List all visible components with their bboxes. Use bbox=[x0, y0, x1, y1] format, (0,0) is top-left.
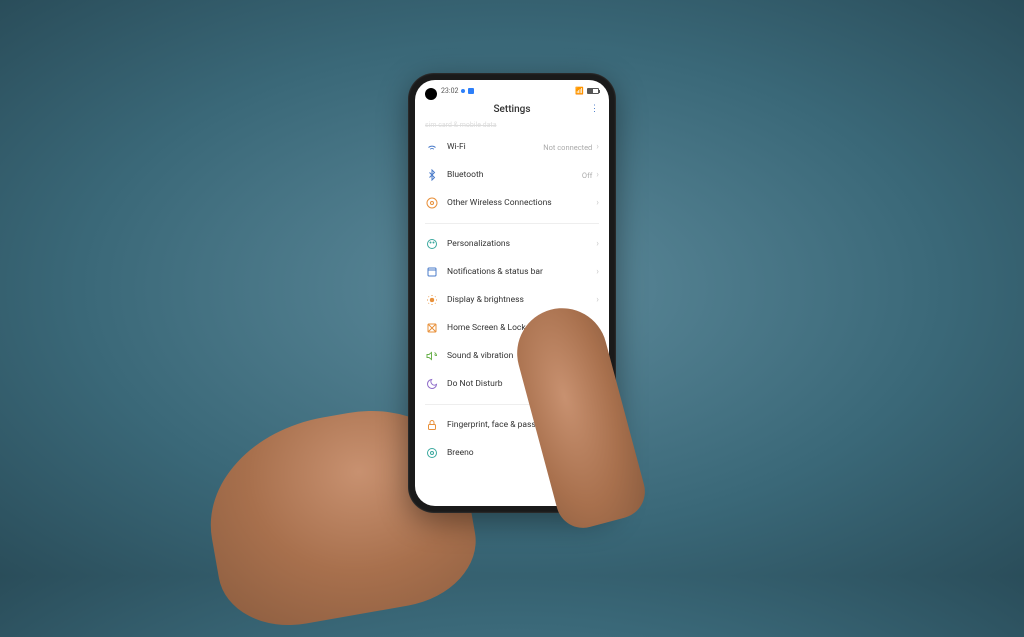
row-value: Off bbox=[582, 171, 592, 180]
lock-icon bbox=[425, 418, 439, 432]
divider bbox=[425, 223, 599, 224]
bluetooth-icon bbox=[425, 168, 439, 182]
wireless-icon bbox=[425, 196, 439, 210]
battery-icon bbox=[587, 88, 599, 94]
row-label: sim card & mobile data bbox=[425, 121, 599, 129]
header: Settings ⋮ bbox=[415, 100, 609, 121]
moon-icon bbox=[425, 377, 439, 391]
palette-icon bbox=[425, 237, 439, 251]
page-title: Settings bbox=[415, 104, 609, 115]
signal-icon: 📶 bbox=[575, 87, 584, 95]
row-sim-card[interactable]: sim card & mobile data bbox=[415, 121, 609, 133]
sound-icon bbox=[425, 349, 439, 363]
row-label: Display & brightness bbox=[447, 295, 596, 305]
status-bar: 23:02 📶 bbox=[415, 80, 609, 100]
row-label: Personalizations bbox=[447, 239, 596, 249]
status-time: 23:02 bbox=[441, 87, 458, 95]
home-screen-icon bbox=[425, 321, 439, 335]
row-wifi[interactable]: Wi-Fi Not connected › bbox=[415, 133, 609, 161]
row-personalizations[interactable]: Personalizations › bbox=[415, 230, 609, 258]
row-value: Not connected bbox=[543, 143, 592, 152]
row-label: Other Wireless Connections bbox=[447, 198, 596, 208]
status-notification-dot bbox=[461, 89, 465, 93]
row-label: Wi-Fi bbox=[447, 142, 543, 152]
camera-punch-hole bbox=[425, 88, 437, 100]
row-display[interactable]: Display & brightness › bbox=[415, 286, 609, 314]
breeno-icon bbox=[425, 446, 439, 460]
row-label: Bluetooth bbox=[447, 170, 582, 180]
chevron-right-icon: › bbox=[596, 239, 599, 249]
chevron-right-icon: › bbox=[596, 295, 599, 305]
chevron-right-icon: › bbox=[596, 170, 599, 180]
status-app-icon bbox=[468, 88, 474, 94]
chevron-right-icon: › bbox=[596, 267, 599, 277]
brightness-icon bbox=[425, 293, 439, 307]
chevron-right-icon: › bbox=[596, 198, 599, 208]
row-notifications[interactable]: Notifications & status bar › bbox=[415, 258, 609, 286]
wifi-icon bbox=[425, 140, 439, 154]
row-wireless[interactable]: Other Wireless Connections › bbox=[415, 189, 609, 217]
header-menu-icon[interactable]: ⋮ bbox=[590, 104, 599, 114]
notification-icon bbox=[425, 265, 439, 279]
row-bluetooth[interactable]: Bluetooth Off › bbox=[415, 161, 609, 189]
chevron-right-icon: › bbox=[596, 142, 599, 152]
row-label: Notifications & status bar bbox=[447, 267, 596, 277]
